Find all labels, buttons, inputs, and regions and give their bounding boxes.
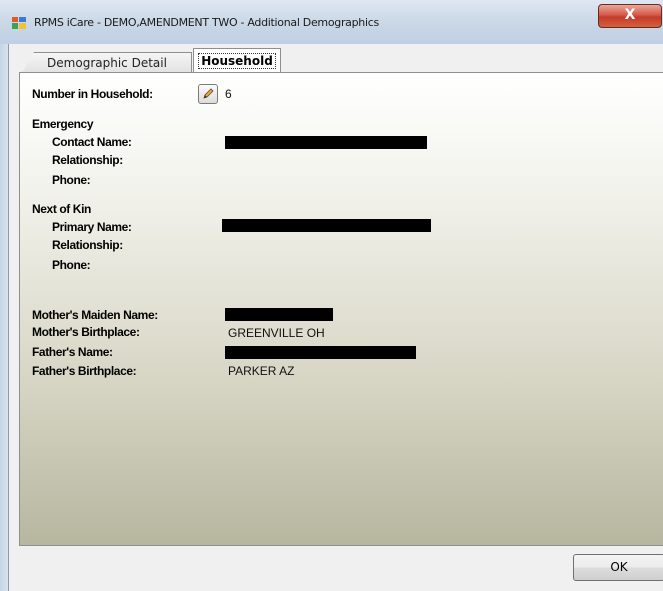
emergency-contact-name-label: Contact Name: bbox=[52, 135, 132, 149]
father-birthplace-label: Father's Birthplace: bbox=[32, 364, 137, 378]
father-name-label: Father's Name: bbox=[32, 345, 113, 359]
tab-demographic-detail[interactable]: Demographic Detail bbox=[22, 52, 192, 73]
ok-button[interactable]: OK bbox=[573, 554, 663, 581]
number-in-household-value: 6 bbox=[225, 87, 232, 101]
tab-label: Household bbox=[198, 53, 276, 69]
next-of-kin-primary-name-value bbox=[222, 219, 431, 232]
mother-maiden-name-value bbox=[225, 308, 333, 321]
number-in-household-label: Number in Household: bbox=[32, 87, 153, 101]
pencil-icon bbox=[203, 88, 214, 99]
next-of-kin-phone-label: Phone: bbox=[52, 258, 91, 272]
next-of-kin-heading: Next of Kin bbox=[32, 202, 91, 216]
title-bar[interactable]: RPMS iCare - DEMO,AMENDMENT TWO - Additi… bbox=[0, 0, 663, 44]
emergency-phone-label: Phone: bbox=[52, 173, 91, 187]
emergency-contact-name-value bbox=[225, 136, 427, 149]
next-of-kin-primary-name-label: Primary Name: bbox=[52, 220, 132, 234]
close-button[interactable]: X bbox=[598, 4, 662, 28]
father-birthplace-value: PARKER AZ bbox=[228, 364, 295, 378]
emergency-heading: Emergency bbox=[32, 117, 94, 131]
next-of-kin-relationship-label: Relationship: bbox=[52, 238, 123, 252]
emergency-relationship-label: Relationship: bbox=[52, 153, 123, 167]
father-name-value bbox=[225, 346, 416, 359]
edit-household-button[interactable] bbox=[198, 84, 218, 104]
window-frame-left bbox=[0, 44, 8, 591]
close-icon: X bbox=[624, 7, 636, 23]
mother-birthplace-value: GREENVILLE OH bbox=[228, 326, 325, 340]
tab-household[interactable]: Household bbox=[193, 48, 281, 73]
mother-maiden-name-label: Mother's Maiden Name: bbox=[32, 308, 158, 322]
tab-label: Demographic Detail bbox=[47, 56, 167, 70]
window-title: RPMS iCare - DEMO,AMENDMENT TWO - Additi… bbox=[34, 16, 379, 29]
app-icon bbox=[12, 17, 26, 29]
mother-birthplace-label: Mother's Birthplace: bbox=[32, 325, 140, 339]
